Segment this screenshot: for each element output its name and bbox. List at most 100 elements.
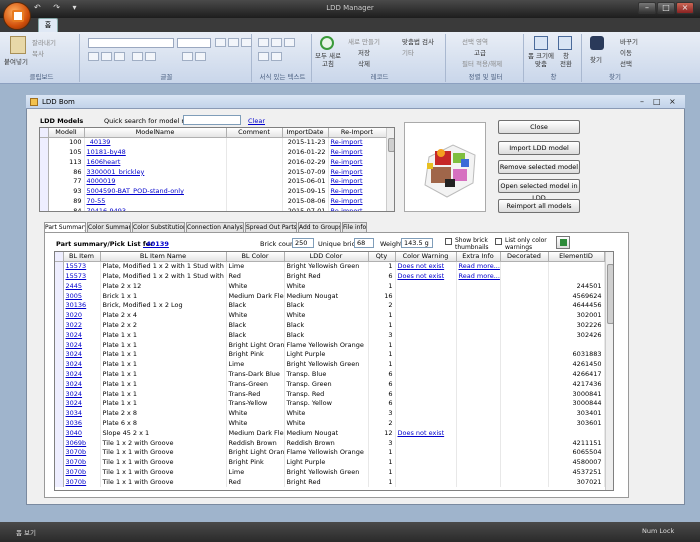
new-record-button[interactable]: 새로 만들기 [348, 36, 380, 46]
selection-filter-button[interactable]: 선택 영역 [462, 36, 488, 46]
refresh-icon[interactable] [320, 36, 334, 50]
bl-item-link[interactable]: 3022 [63, 320, 101, 331]
color-warning-link[interactable] [395, 291, 457, 301]
color-warning-link[interactable] [395, 369, 457, 380]
bl-item-link[interactable]: 2445 [63, 281, 101, 292]
bl-item-link[interactable]: 3020 [63, 310, 101, 321]
color-warning-link[interactable] [395, 320, 457, 331]
color-warning-link[interactable] [395, 438, 457, 448]
part-row[interactable]: 3005 Brick 1 x 1 Medium Dark Fle: Medium No… [55, 291, 605, 301]
bl-item-link[interactable]: 30136 [63, 300, 101, 311]
extra-info-link[interactable] [456, 291, 501, 301]
part-row[interactable]: 3024 Plate 1 x 1 Trans-Dark Blue Transp. Bl… [55, 369, 605, 380]
binoculars-icon[interactable] [590, 36, 604, 50]
part-row[interactable]: 3024 Plate 1 x 1 Lime Bright Yellowish Gree… [55, 359, 605, 370]
form-minimize-icon[interactable]: – [640, 97, 644, 106]
part-row[interactable]: 3070b Tile 1 x 1 with Groove Red Bright Red… [55, 477, 605, 488]
customize-chevron-icon[interactable]: ▾ [73, 3, 77, 12]
part-row[interactable]: 2445 Plate 2 x 12 White White 1 244501 [55, 281, 605, 292]
col-header-decorated[interactable]: Decorated [500, 252, 549, 263]
parts-scrollbar-thumb[interactable] [607, 264, 613, 324]
col-header-bl-color[interactable]: BL Color [226, 252, 285, 263]
goto-button[interactable]: 이동 [620, 47, 632, 57]
extra-info-link[interactable] [456, 408, 501, 419]
bl-item-link[interactable]: 3070b [63, 457, 101, 468]
color-warning-link[interactable] [395, 340, 457, 350]
bl-item-link[interactable]: 15573 [63, 261, 101, 272]
select-button[interactable]: 선택 [620, 58, 632, 68]
model-row[interactable]: 86 3300001_brickley 2015-07-09 Re-import [40, 167, 387, 177]
color-warning-link[interactable] [395, 281, 457, 292]
bl-item-link[interactable]: 3024 [63, 398, 101, 409]
undo-icon[interactable]: ↶ [34, 3, 41, 12]
indent-icon[interactable] [284, 38, 295, 47]
copy-button[interactable]: 복사 [32, 48, 44, 58]
part-row[interactable]: 3036 Plate 6 x 8 White White 2 303601 [55, 418, 605, 429]
model-name-link[interactable]: _40139 [84, 137, 227, 148]
part-row[interactable]: 3070b Tile 1 x 1 with Groove Lime Bright Ye… [55, 467, 605, 478]
part-row[interactable]: 3034 Plate 2 x 8 White White 3 303401 [55, 408, 605, 419]
bl-item-link[interactable]: 3024 [63, 330, 101, 341]
extra-info-link[interactable] [456, 340, 501, 350]
extra-info-link[interactable] [456, 310, 501, 321]
close-button[interactable]: Close [498, 120, 580, 134]
part-row[interactable]: 3069b Tile 1 x 2 with Groove Reddish Brown… [55, 438, 605, 448]
col-header-element-id[interactable]: ElementID [548, 252, 605, 263]
extra-info-link[interactable] [456, 418, 501, 429]
extra-info-link[interactable] [456, 477, 501, 488]
part-row[interactable]: 3020 Plate 2 x 4 White White 1 302001 [55, 310, 605, 321]
bl-item-link[interactable]: 3024 [63, 379, 101, 390]
parts-scrollbar[interactable] [605, 252, 613, 490]
extra-info-link[interactable] [456, 438, 501, 448]
form-close-icon[interactable]: × [669, 97, 676, 106]
open-in-ldd-button[interactable]: Open selected model in LDD [498, 179, 580, 202]
quick-search-input[interactable] [183, 115, 241, 125]
reimport-link[interactable]: Re-import [328, 147, 387, 158]
model-name-link[interactable]: 70416-9493 [84, 206, 227, 211]
reimport-link[interactable]: Re-import [328, 196, 387, 207]
advanced-filter-button[interactable]: 고급 [474, 47, 486, 57]
align-left-icon[interactable] [215, 38, 226, 47]
model-row[interactable]: 89 70-55 2015-08-06 Re-import [40, 196, 387, 207]
extra-info-link[interactable] [456, 281, 501, 292]
font-name-select[interactable] [88, 38, 174, 48]
bl-item-link[interactable]: 3070b [63, 467, 101, 478]
bl-item-link[interactable]: 3070b [63, 447, 101, 458]
color-warning-link[interactable] [395, 457, 457, 468]
color-warning-link[interactable] [395, 447, 457, 458]
part-row[interactable]: 3024 Plate 1 x 1 Black Black 3 302426 [55, 330, 605, 341]
font-size-select[interactable] [177, 38, 211, 48]
cut-button[interactable]: 잘라내기 [32, 37, 56, 47]
color-warning-link[interactable] [395, 300, 457, 311]
refresh-all-button[interactable]: 모두 새로 고침 [314, 52, 342, 68]
color-warning-link[interactable] [395, 467, 457, 478]
part-row[interactable]: 3024 Plate 1 x 1 Trans-Red Transp. Red 6 3000… [55, 389, 605, 399]
extra-info-link[interactable] [456, 349, 501, 360]
color-warning-link[interactable] [395, 310, 457, 321]
color-warning-link[interactable] [395, 379, 457, 390]
col-header-bl-item[interactable]: BL Item [63, 252, 101, 263]
reimport-all-button[interactable]: Reimport all models [498, 199, 580, 213]
paste-button[interactable]: 붙여넣기 [4, 56, 28, 66]
more-button[interactable]: 기타 [402, 47, 414, 57]
only-color-warnings-checkbox[interactable] [495, 238, 502, 245]
numbering-icon[interactable] [271, 38, 282, 47]
part-row[interactable]: 3024 Plate 1 x 1 Bright Pink Light Purple 1 6… [55, 349, 605, 360]
tab-home[interactable]: 홈 [38, 18, 58, 32]
fill-color-icon[interactable] [145, 52, 156, 61]
office-button[interactable] [3, 2, 31, 30]
reimport-link[interactable]: Re-import [328, 157, 387, 168]
col-header-extra-info[interactable]: Extra Info [456, 252, 501, 263]
model-row[interactable]: 77 4000019 2015-06-01 Re-import [40, 176, 387, 187]
extra-info-link[interactable] [456, 428, 501, 439]
reimport-link[interactable]: Re-import [328, 137, 387, 148]
bl-item-link[interactable]: 3069b [63, 438, 101, 448]
color-warning-link[interactable] [395, 408, 457, 419]
model-row[interactable]: 100 _40139 2015-11-23 Re-import [40, 137, 387, 148]
extra-info-link[interactable]: Read more... [456, 261, 501, 272]
reimport-link[interactable]: Re-import [328, 186, 387, 197]
show-thumbnails-checkbox[interactable] [445, 238, 452, 245]
align-center-icon[interactable] [228, 38, 239, 47]
color-warning-link[interactable] [395, 359, 457, 370]
bl-item-link[interactable]: 3024 [63, 389, 101, 399]
